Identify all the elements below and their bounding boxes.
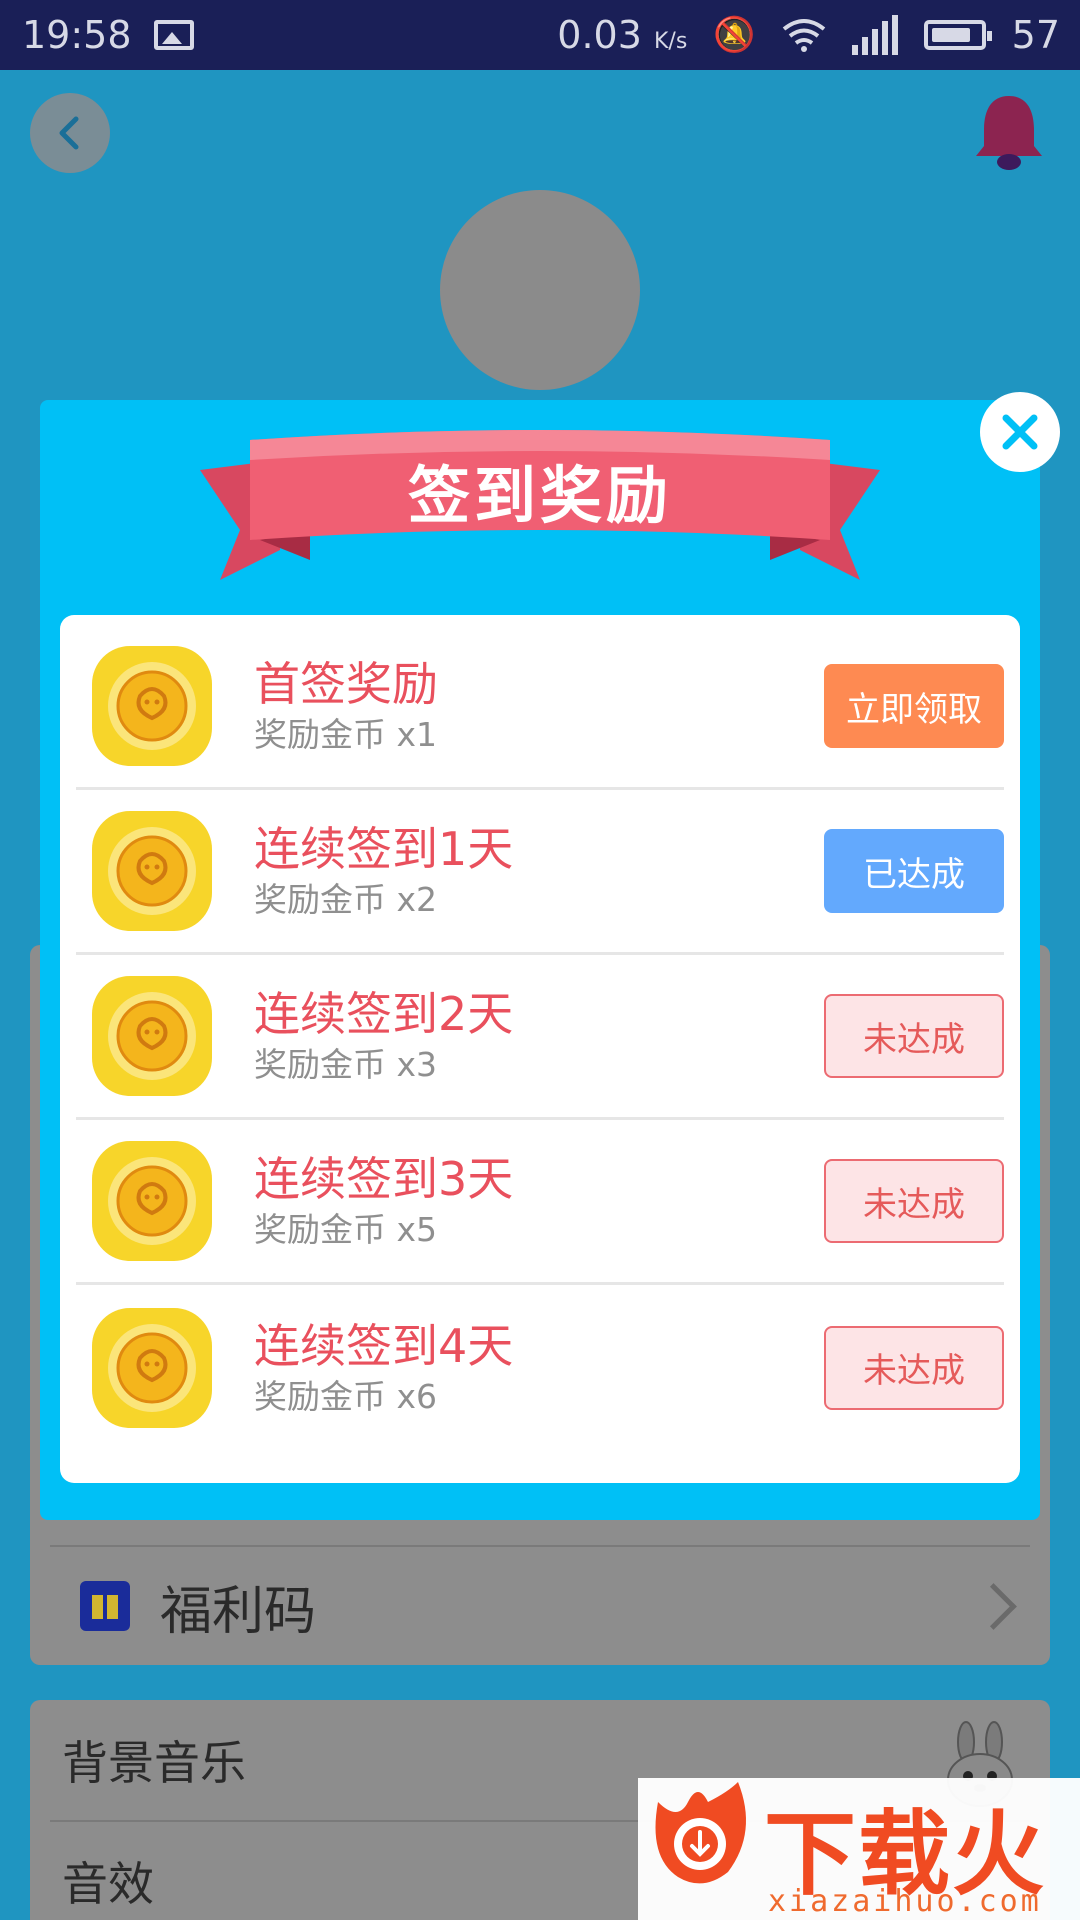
reward-row-first-sign: 首签奖励 奖励金币 x1 立即领取 [76, 625, 1004, 790]
not-achieved-button[interactable]: 未达成 [824, 1159, 1004, 1243]
status-right: 0.03 K/s 🔕 57 [557, 13, 1060, 57]
close-icon [1002, 414, 1038, 450]
coin-icon [92, 1141, 212, 1261]
reward-text: 连续签到2天 奖励金币 x3 [254, 985, 513, 1087]
reward-subtitle: 奖励金币 x5 [254, 1210, 438, 1249]
reward-row-day-4: 连续签到4天 奖励金币 x6 未达成 [76, 1285, 1004, 1450]
reward-text: 首签奖励 奖励金币 x1 [254, 655, 438, 757]
not-achieved-button[interactable]: 未达成 [824, 1325, 1004, 1410]
reward-row-day-3: 连续签到3天 奖励金币 x5 未达成 [76, 1120, 1004, 1285]
achieved-button[interactable]: 已达成 [824, 829, 1004, 913]
signal-icon [851, 15, 898, 55]
reward-title: 连续签到1天 [254, 822, 514, 876]
reward-subtitle: 奖励金币 x3 [254, 1045, 438, 1084]
coin-icon [92, 811, 212, 931]
gift-icon [80, 1581, 130, 1631]
network-speed-value: 0.03 [557, 13, 642, 57]
claim-now-button[interactable]: 立即领取 [824, 664, 1004, 748]
image-notification-icon [153, 20, 194, 50]
reward-list: 首签奖励 奖励金币 x1 立即领取 连续签到1天 奖励金币 x2 已达成 连续签… [60, 615, 1020, 1483]
reward-title: 连续签到3天 [254, 1152, 514, 1206]
menu-item-label: 音效 [62, 1857, 154, 1911]
chevron-right-icon [970, 1582, 1017, 1630]
watermark: 下载火 xiazaihuo.com [638, 1778, 1080, 1920]
reward-subtitle: 奖励金币 x1 [254, 715, 438, 754]
reward-title: 连续签到2天 [254, 987, 514, 1041]
wifi-icon [782, 17, 826, 53]
avatar[interactable] [440, 190, 640, 390]
status-time: 19:58 [22, 13, 132, 57]
menu-item-label: 福利码 [160, 1581, 317, 1642]
battery-icon [923, 20, 992, 50]
battery-level: 57 [1011, 13, 1060, 57]
status-bar: 19:58 0.03 K/s 🔕 57 [0, 0, 1080, 70]
chevron-left-icon [59, 116, 79, 150]
network-speed-unit: K/s [653, 29, 688, 54]
close-button[interactable] [980, 392, 1060, 472]
reward-row-day-2: 连续签到2天 奖励金币 x3 未达成 [76, 955, 1004, 1120]
reward-title: 连续签到4天 [254, 1318, 514, 1373]
reward-text: 连续签到1天 奖励金币 x2 [254, 820, 513, 922]
screen: 19:58 0.03 K/s 🔕 57 福利码 背景音乐 音效 签到奖励 首签奖… [0, 0, 1080, 1920]
coin-icon [92, 646, 212, 766]
coin-icon [92, 976, 212, 1096]
flame-logo-icon [655, 1782, 746, 1884]
reward-subtitle: 奖励金币 x6 [254, 1376, 438, 1416]
reward-title: 首签奖励 [254, 657, 438, 711]
coin-icon [92, 1307, 212, 1428]
watermark-url: xiazaihuo.com [768, 1884, 1042, 1919]
dialog-title: 签到奖励 [407, 459, 672, 532]
not-achieved-button[interactable]: 未达成 [824, 994, 1004, 1078]
reward-row-day-1: 连续签到1天 奖励金币 x2 已达成 [76, 790, 1004, 955]
back-button[interactable] [30, 93, 110, 173]
network-speed: 0.03 K/s [557, 13, 687, 57]
mute-icon: 🔕 [713, 15, 756, 55]
bell-icon[interactable] [972, 90, 1046, 176]
reward-text: 连续签到3天 奖励金币 x5 [254, 1150, 513, 1252]
reward-text: 连续签到4天 奖励金币 x6 [254, 1317, 513, 1419]
menu-item-label: 背景音乐 [62, 1736, 246, 1790]
reward-subtitle: 奖励金币 x2 [254, 880, 438, 919]
menu-item-gift-code[interactable]: 福利码 [30, 1547, 1050, 1665]
